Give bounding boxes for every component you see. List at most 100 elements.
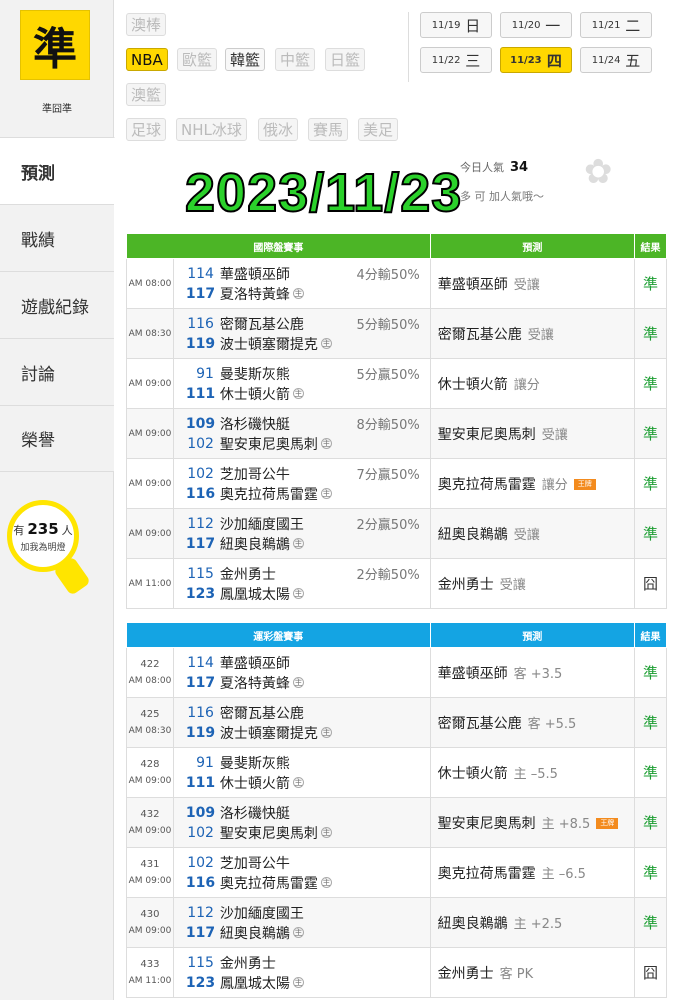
pick-note: 客 PK [499, 966, 534, 982]
pick-team[interactable]: 紐奧良鵜鶘 [438, 527, 508, 543]
league-euro-basketball[interactable]: 歐籃 [177, 48, 218, 71]
username[interactable]: 準囧準 [0, 100, 114, 115]
league-aus-baseball[interactable]: 澳棒 [126, 13, 167, 36]
date-1121[interactable]: 11/21 二 [580, 12, 652, 38]
home-score: 111 [185, 774, 216, 791]
pick-team[interactable]: 聖安東尼奧馬刺 [438, 427, 536, 443]
league-horse-racing[interactable]: 賽馬 [308, 118, 349, 141]
away-team[interactable]: 金州勇士 [220, 953, 276, 973]
league-nba[interactable]: NBA [126, 48, 168, 71]
lightbulb-follow[interactable]: 有 235 人 加我為明燈 [7, 500, 79, 572]
away-line: 114 華盛頓巫師 4分輸50% [186, 264, 420, 284]
home-marker-icon: 主 [292, 927, 304, 938]
pick-note: 受讓 [541, 427, 568, 443]
lottery-table: 運彩盤賽事 預測 結果 422 AM 08:00 114 華盛頓巫師 117 夏洛特黃蜂主… [126, 622, 667, 998]
pick-team[interactable]: 密爾瓦基公鹿 [438, 716, 522, 732]
home-team[interactable]: 夏洛特黃蜂 [220, 284, 290, 304]
away-team[interactable]: 金州勇士 [220, 564, 276, 584]
nav-honor[interactable]: 榮譽 [0, 405, 114, 472]
home-team[interactable]: 聖安東尼奧馬刺 [220, 434, 318, 454]
table-row: AM 08:00 114 華盛頓巫師 4分輸50% 117 夏洛特黃蜂主華盛頓巫師 受讓準 [126, 258, 667, 309]
pick-cell: 休士頓火箭主 –5.5 [429, 747, 636, 798]
game-time: AM 08:30 [128, 328, 172, 339]
pick-team[interactable]: 華盛頓巫師 [438, 666, 508, 682]
league-nhl[interactable]: NHL冰球 [176, 118, 247, 141]
game-time-cell: AM 08:30 [126, 308, 174, 359]
away-team[interactable]: 芝加哥公牛 [220, 853, 290, 873]
away-team[interactable]: 密爾瓦基公鹿 [220, 314, 304, 334]
away-team[interactable]: 密爾瓦基公鹿 [220, 703, 304, 723]
spread-result: 5分輸50% [356, 318, 420, 333]
pick-team[interactable]: 金州勇士 [438, 577, 494, 593]
pick-cell: 華盛頓巫師客 +3.5 [429, 647, 636, 698]
home-score: 117 [185, 285, 216, 302]
league-russia-hockey[interactable]: 俄冰 [258, 118, 299, 141]
away-team[interactable]: 華盛頓巫師 [220, 264, 290, 284]
game-time: AM 08:00 [128, 278, 172, 289]
nav-discussion[interactable]: 討論 [0, 338, 114, 405]
away-line: 115 金州勇士 [186, 953, 420, 973]
away-score: 116 [187, 704, 214, 721]
pick-team[interactable]: 聖安東尼奧馬刺 [438, 816, 536, 832]
home-team[interactable]: 休士頓火箭 [220, 384, 290, 404]
home-marker-icon: 主 [320, 727, 332, 738]
home-score: 123 [185, 974, 216, 991]
result-cell: 準 [634, 358, 667, 409]
league-american-football[interactable]: 美足 [358, 118, 399, 141]
pick-note: 受讓 [527, 327, 554, 343]
league-japan-basketball[interactable]: 日籃 [325, 48, 366, 71]
home-team[interactable]: 聖安東尼奧馬刺 [220, 823, 318, 843]
pick-cell: 金州勇士 受讓 [429, 558, 636, 609]
away-team[interactable]: 華盛頓巫師 [220, 653, 290, 673]
date-1122[interactable]: 11/22 三 [420, 47, 492, 73]
away-team[interactable]: 沙加緬度國王 [220, 903, 304, 923]
away-score: 114 [187, 654, 214, 671]
nav-record[interactable]: 戰績 [0, 204, 114, 271]
date-1123[interactable]: 11/23 四 [500, 47, 572, 73]
away-line: 116 密爾瓦基公鹿 5分輸50% [186, 314, 420, 334]
date-1119[interactable]: 11/19 日 [420, 12, 492, 38]
home-team[interactable]: 奧克拉荷馬雷霆 [220, 873, 318, 893]
league-soccer[interactable]: 足球 [126, 118, 167, 141]
home-team[interactable]: 紐奧良鵜鶘 [220, 923, 290, 943]
league-aus-basketball[interactable]: 澳籃 [126, 83, 167, 106]
home-marker-icon: 主 [292, 538, 304, 549]
site-logo[interactable]: 準 [20, 10, 90, 80]
away-team[interactable]: 曼斐斯灰熊 [220, 753, 290, 773]
pick-team[interactable]: 休士頓火箭 [438, 377, 508, 393]
home-team[interactable]: 紐奧良鵜鶘 [220, 534, 290, 554]
matchup-cell: 112 沙加緬度國王 117 紐奧良鵜鶘主 [172, 897, 431, 948]
league-china-basketball[interactable]: 中籃 [275, 48, 316, 71]
nav-game-history[interactable]: 遊戲紀錄 [0, 271, 114, 338]
league-korea-basketball[interactable]: 韓籃 [225, 48, 266, 71]
away-team[interactable]: 洛杉磯快艇 [220, 414, 290, 434]
home-team[interactable]: 休士頓火箭 [220, 773, 290, 793]
pick-team[interactable]: 華盛頓巫師 [438, 277, 508, 293]
result-cell: 準 [634, 408, 667, 459]
away-score: 109 [185, 415, 216, 432]
home-team[interactable]: 波士頓塞爾提克 [220, 334, 318, 354]
pick-note: 主 –5.5 [513, 766, 558, 782]
table-row: 430 AM 09:00 112 沙加緬度國王 117 紐奧良鵜鶘主紐奧良鵜鶘主 +2.5… [126, 897, 667, 948]
pick-team[interactable]: 金州勇士 [438, 966, 494, 982]
home-team[interactable]: 奧克拉荷馬雷霆 [220, 484, 318, 504]
pick-team[interactable]: 休士頓火箭 [438, 766, 508, 782]
pick-team[interactable]: 紐奧良鵜鶘 [438, 916, 508, 932]
home-team[interactable]: 鳳凰城太陽 [220, 584, 290, 604]
home-team[interactable]: 夏洛特黃蜂 [220, 673, 290, 693]
pick-team[interactable]: 奧克拉荷馬雷霆 [438, 866, 536, 882]
matchup-cell: 115 金州勇士 2分輸50% 123 鳳凰城太陽主 [172, 558, 431, 609]
home-team[interactable]: 鳳凰城太陽 [220, 973, 290, 993]
away-team[interactable]: 曼斐斯灰熊 [220, 364, 290, 384]
away-line: 109 洛杉磯快艇 [186, 803, 420, 823]
away-team[interactable]: 沙加緬度國王 [220, 514, 304, 534]
date-1120[interactable]: 11/20 一 [500, 12, 572, 38]
date-1124[interactable]: 11/24 五 [580, 47, 652, 73]
home-team[interactable]: 波士頓塞爾提克 [220, 723, 318, 743]
away-team[interactable]: 洛杉磯快艇 [220, 803, 290, 823]
pick-team[interactable]: 密爾瓦基公鹿 [438, 327, 522, 343]
pick-team[interactable]: 奧克拉荷馬雷霆 [438, 477, 536, 493]
away-team[interactable]: 芝加哥公牛 [220, 464, 290, 484]
home-score: 117 [185, 674, 216, 691]
nav-prediction[interactable]: 預測 [0, 137, 115, 204]
